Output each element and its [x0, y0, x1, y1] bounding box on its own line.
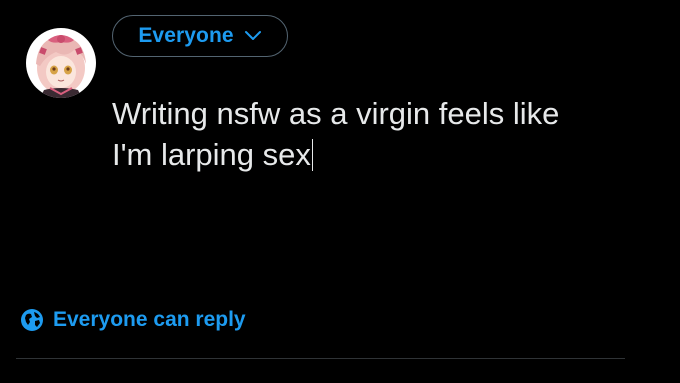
audience-selector-button[interactable]: Everyone	[112, 15, 288, 57]
reply-setting-button[interactable]: Everyone can reply	[20, 308, 246, 332]
compose-text-area[interactable]: Writing nsfw as a virgin feels like I'm …	[112, 93, 652, 175]
reply-setting-label: Everyone can reply	[53, 308, 246, 331]
divider	[16, 358, 625, 359]
audience-label: Everyone	[138, 24, 234, 47]
compose-text-line-content: I'm larping sex	[112, 137, 311, 172]
chevron-down-icon	[244, 31, 261, 40]
text-cursor	[311, 139, 314, 171]
avatar-illustration	[26, 28, 96, 98]
compose-text-line: I'm larping sex	[112, 134, 652, 175]
avatar[interactable]	[26, 28, 96, 98]
compose-text-line: Writing nsfw as a virgin feels like	[112, 96, 560, 131]
globe-icon	[21, 309, 43, 331]
